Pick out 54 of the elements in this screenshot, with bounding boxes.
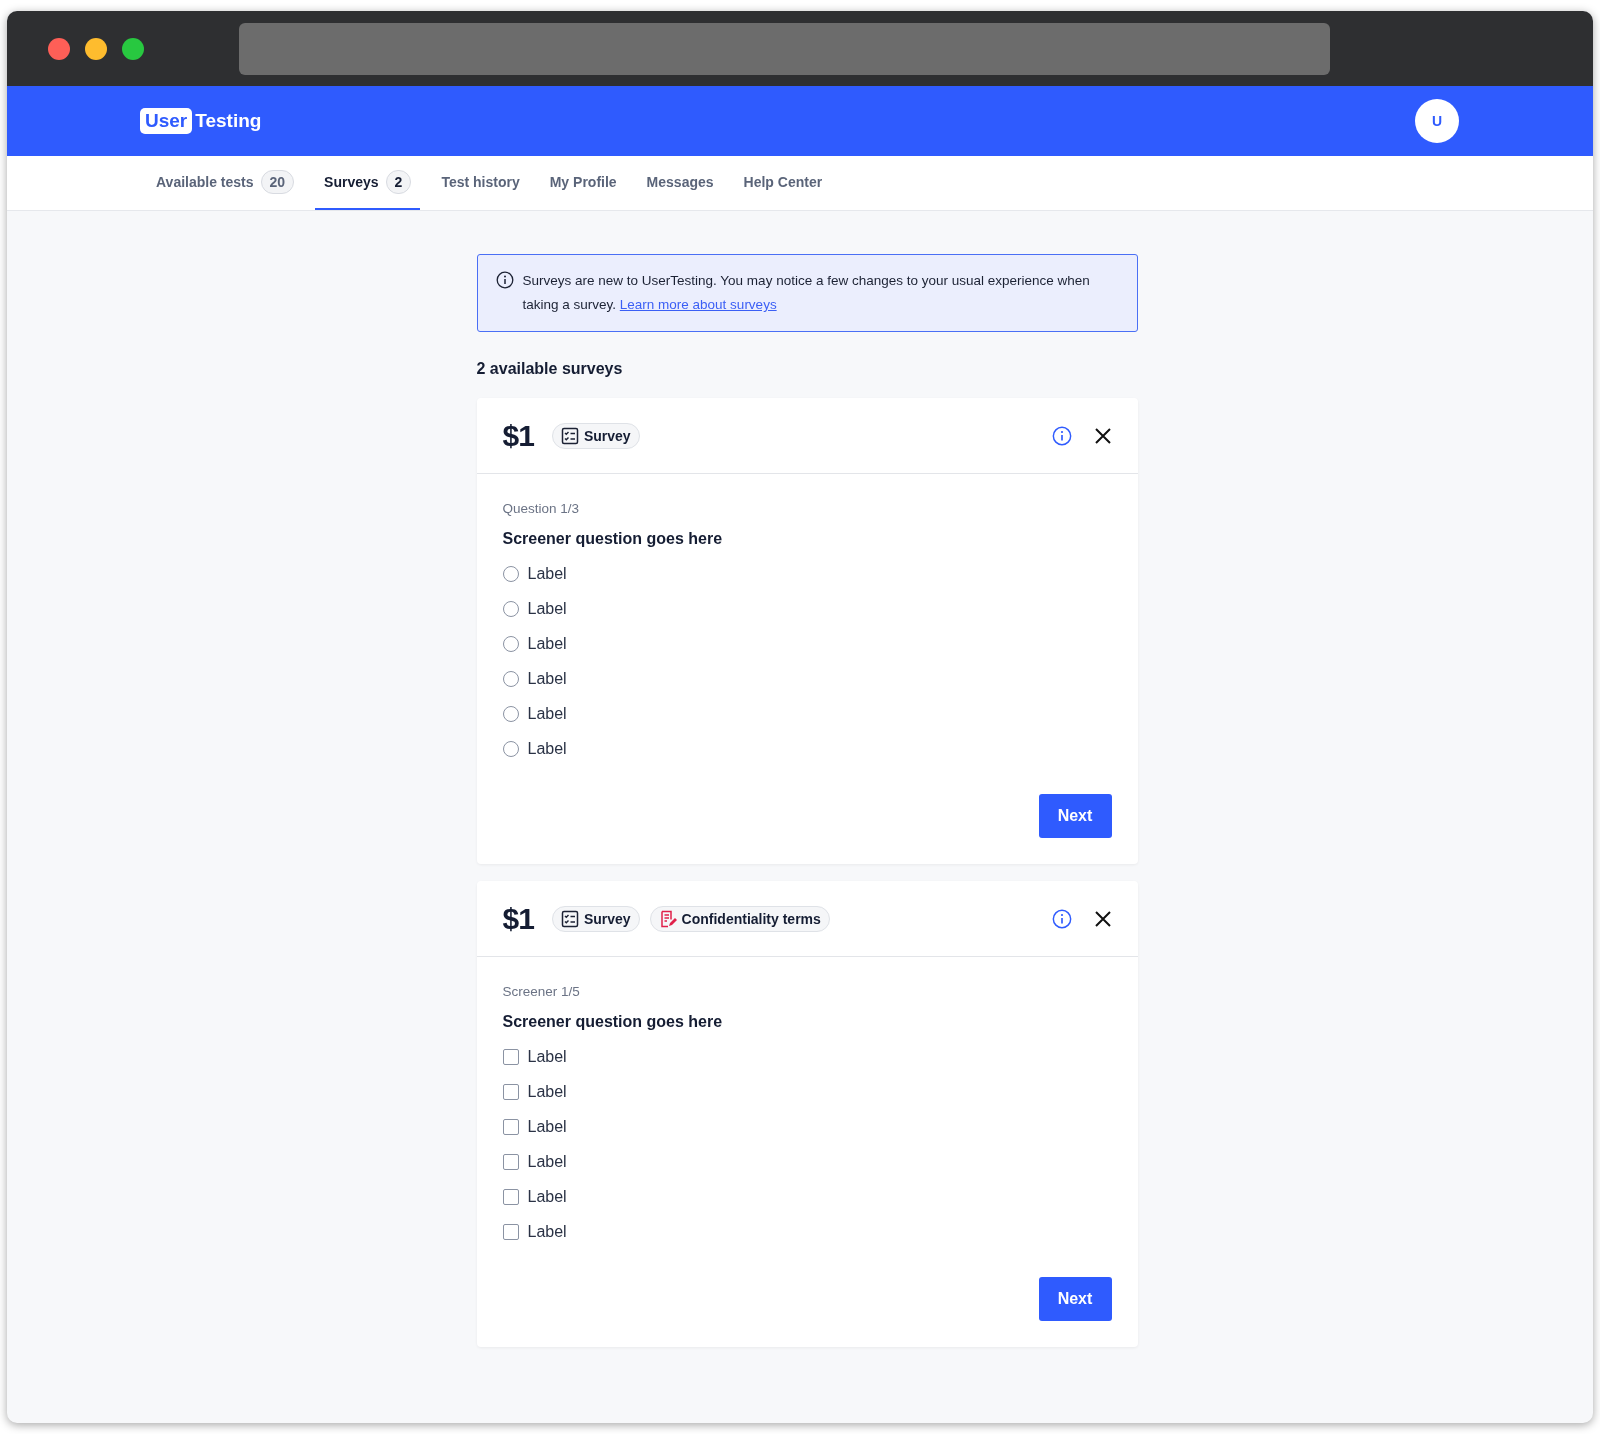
checkbox[interactable] — [502, 1153, 519, 1170]
option-label: Label — [527, 1222, 567, 1241]
close-button[interactable] — [1093, 426, 1112, 445]
maximize-window-button[interactable] — [122, 37, 144, 60]
info-button[interactable] — [1051, 425, 1072, 446]
option-label: Label — [527, 1047, 567, 1066]
option-label: Label — [527, 564, 567, 583]
checkbox[interactable] — [502, 1223, 519, 1240]
nav-tab[interactable]: Surveys 2 — [315, 156, 421, 210]
next-button[interactable]: Next — [1038, 1277, 1112, 1321]
question-text: Screener question goes here — [502, 1013, 724, 1031]
learn-more-link[interactable]: Learn more about surveys — [619, 297, 777, 312]
option-label: Label — [527, 739, 567, 758]
progress-label: Question 1/3 — [502, 501, 581, 516]
checkbox[interactable] — [502, 1083, 519, 1100]
checklist-icon — [560, 426, 579, 445]
close-button[interactable] — [1093, 909, 1112, 928]
option-label: Label — [527, 704, 567, 723]
price: $1 — [502, 418, 534, 453]
tag: Survey — [551, 422, 640, 449]
checkbox[interactable] — [502, 1048, 519, 1065]
option-label: Label — [527, 669, 567, 688]
tag: Survey — [551, 905, 640, 932]
option-label: Label — [527, 1152, 567, 1171]
option-label: Label — [527, 634, 567, 653]
nav-tab[interactable]: Available tests 20 — [147, 156, 304, 210]
logo-bubble: User — [140, 108, 193, 134]
tag: Confidentiality terms — [649, 905, 830, 932]
option-label: Label — [527, 1082, 567, 1101]
minimize-window-button[interactable] — [85, 37, 107, 60]
progress-label: Screener 1/5 — [502, 984, 581, 999]
count-badge: 2 — [385, 170, 412, 194]
checkbox[interactable] — [502, 1118, 519, 1135]
next-button[interactable]: Next — [1038, 794, 1112, 838]
avatar[interactable]: U — [1415, 99, 1459, 143]
document-pen-icon — [658, 909, 677, 928]
nav-tab[interactable]: Messages — [637, 156, 723, 210]
option-label: Label — [527, 599, 567, 618]
logo-text: Testing — [195, 110, 262, 132]
price: $1 — [502, 901, 534, 936]
count-badge: 20 — [260, 170, 295, 194]
info-message: Surveys are new to UserTesting. You may notice a few changes to your usual experience when taking a survey. Learn more about surveys — [522, 272, 1091, 314]
checkbox[interactable] — [502, 1188, 519, 1205]
info-button[interactable] — [1051, 908, 1072, 929]
section-heading: 2 available surveys — [476, 360, 624, 378]
close-window-button[interactable] — [48, 37, 70, 60]
info-icon — [495, 271, 514, 289]
nav-tab[interactable]: Help Center — [734, 156, 832, 210]
question-text: Screener question goes here — [502, 530, 724, 548]
nav-tab[interactable]: Test history — [432, 156, 529, 210]
option-label: Label — [527, 1117, 567, 1136]
nav-tab[interactable]: My Profile — [540, 156, 626, 210]
checklist-icon — [560, 909, 579, 928]
option-label: Label — [527, 1187, 567, 1206]
